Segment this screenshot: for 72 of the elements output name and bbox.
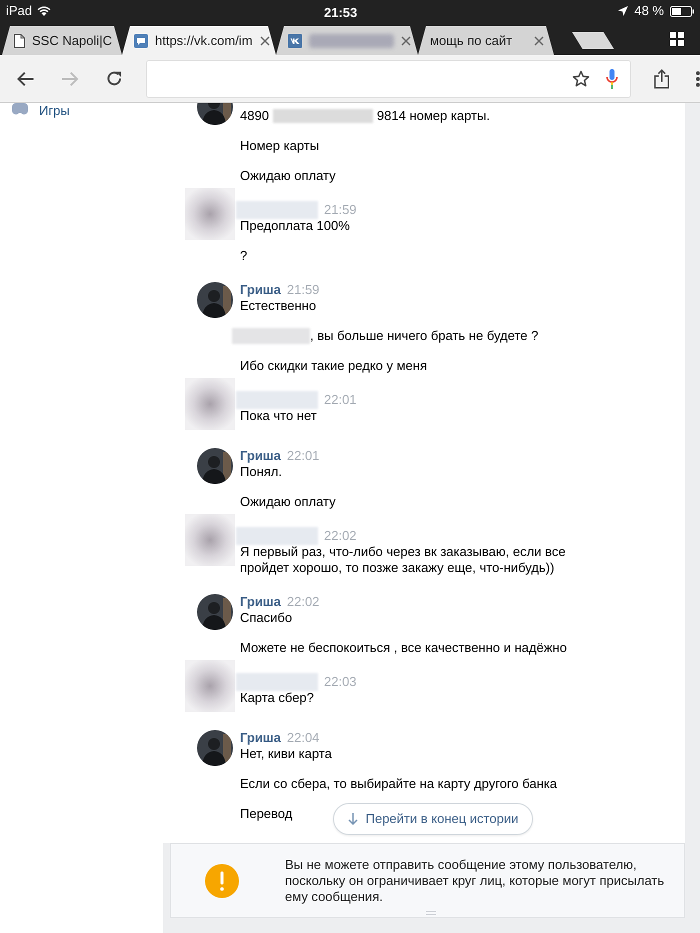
message-text: Спасибо (240, 610, 292, 626)
message-text: Можете не беспокоиться , все качественно и надёжно (240, 640, 567, 656)
microphone-icon[interactable] (606, 68, 618, 90)
avatar (197, 282, 233, 318)
sender-name[interactable]: Гриша (240, 730, 281, 746)
location-arrow-icon (618, 6, 628, 16)
message-text: Пока что нет (240, 408, 317, 424)
tab-title: мощь по сайт (430, 32, 512, 50)
message-time: 21:59 (286, 282, 320, 298)
close-icon[interactable] (401, 36, 411, 46)
message-text: Естественно (240, 298, 316, 314)
browser-tab[interactable]: мощь по сайт (418, 26, 554, 55)
message-text: Я первый раз, что-либо через вк заказываю, если все пройдет хорошо, то позже закажу еще, что-нибудь)) (240, 544, 567, 576)
message-text: Нет, киви карта (240, 746, 332, 762)
message-time: 22:01 (324, 392, 357, 408)
battery-icon (670, 6, 694, 16)
sender-name[interactable]: Гриша (240, 594, 281, 610)
scroll-to-end-button[interactable]: Перейти в конец истории (333, 803, 533, 835)
notice-text: Вы не можете отправить сообщение этому пользователю, поскольку он ограничивает круг лиц, которые могут присылать ему сообщения. (285, 856, 665, 904)
message-text: 4890 (240, 108, 269, 124)
chat-icon (134, 34, 148, 48)
message-text: , вы больше ничего брать не будете ? (310, 328, 538, 344)
arrow-down-icon (348, 813, 358, 825)
document-icon (14, 34, 25, 48)
sender-name[interactable]: Гриша (240, 448, 281, 464)
device-name: iPad (6, 2, 32, 20)
message-time: 22:02 (286, 594, 320, 610)
message-text: ? (240, 248, 248, 264)
message-time: 21:59 (324, 202, 357, 218)
browser-tab[interactable]: SSC Napoli|C (2, 26, 122, 55)
warning-icon (205, 864, 239, 898)
resize-handle[interactable] (426, 911, 436, 915)
star-icon[interactable] (572, 70, 590, 88)
message-text: Ибо скидки такие редко у меня (240, 358, 427, 374)
blurred-avatar (185, 378, 235, 430)
message-text: Перевод (240, 806, 292, 822)
close-icon[interactable] (260, 36, 270, 46)
gamepad-icon (12, 103, 28, 114)
battery-percentage: 48 % (634, 2, 664, 20)
message-text: Понял. (240, 464, 282, 480)
message-text: Если со сбера, то выбирайте на карту другого банка (240, 776, 557, 792)
site-favicon (288, 34, 302, 48)
tab-switcher-icon[interactable] (670, 32, 684, 46)
address-field[interactable] (147, 60, 630, 96)
sender-name[interactable]: Гриша (240, 282, 281, 298)
message-text: Предоплата 100% (240, 218, 350, 234)
more-menu-icon[interactable] (696, 70, 700, 86)
message-time: 22:04 (286, 730, 320, 746)
back-icon[interactable] (17, 70, 34, 86)
message-time: 22:02 (324, 528, 357, 544)
close-icon[interactable] (534, 36, 544, 46)
avatar (197, 594, 233, 630)
message-text: Номер карты (240, 138, 320, 154)
avatar (197, 730, 233, 766)
sidebar-item[interactable]: Игры (0, 104, 163, 118)
share-icon[interactable] (654, 68, 670, 88)
blurred-avatar (185, 188, 235, 240)
blurred-avatar (185, 660, 235, 712)
blurred-avatar (185, 514, 235, 566)
tab-title: SSC Napoli|C (32, 32, 112, 50)
message-text: Ожидаю оплату (240, 168, 336, 184)
message-text: Карта сбер? (240, 690, 314, 706)
message-text: Ожидаю оплату (240, 494, 336, 510)
message-time: 22:03 (324, 674, 357, 690)
wifi-icon (37, 6, 52, 16)
avatar (197, 448, 233, 484)
message-text: 9814 номер карты. (376, 108, 490, 124)
browser-tab[interactable]: https://vk.com/im (122, 26, 276, 55)
tab-title: https://vk.com/im (155, 32, 253, 50)
reload-icon[interactable] (106, 70, 122, 87)
clock: 21:53 (324, 4, 358, 22)
message-time: 22:01 (286, 448, 320, 464)
